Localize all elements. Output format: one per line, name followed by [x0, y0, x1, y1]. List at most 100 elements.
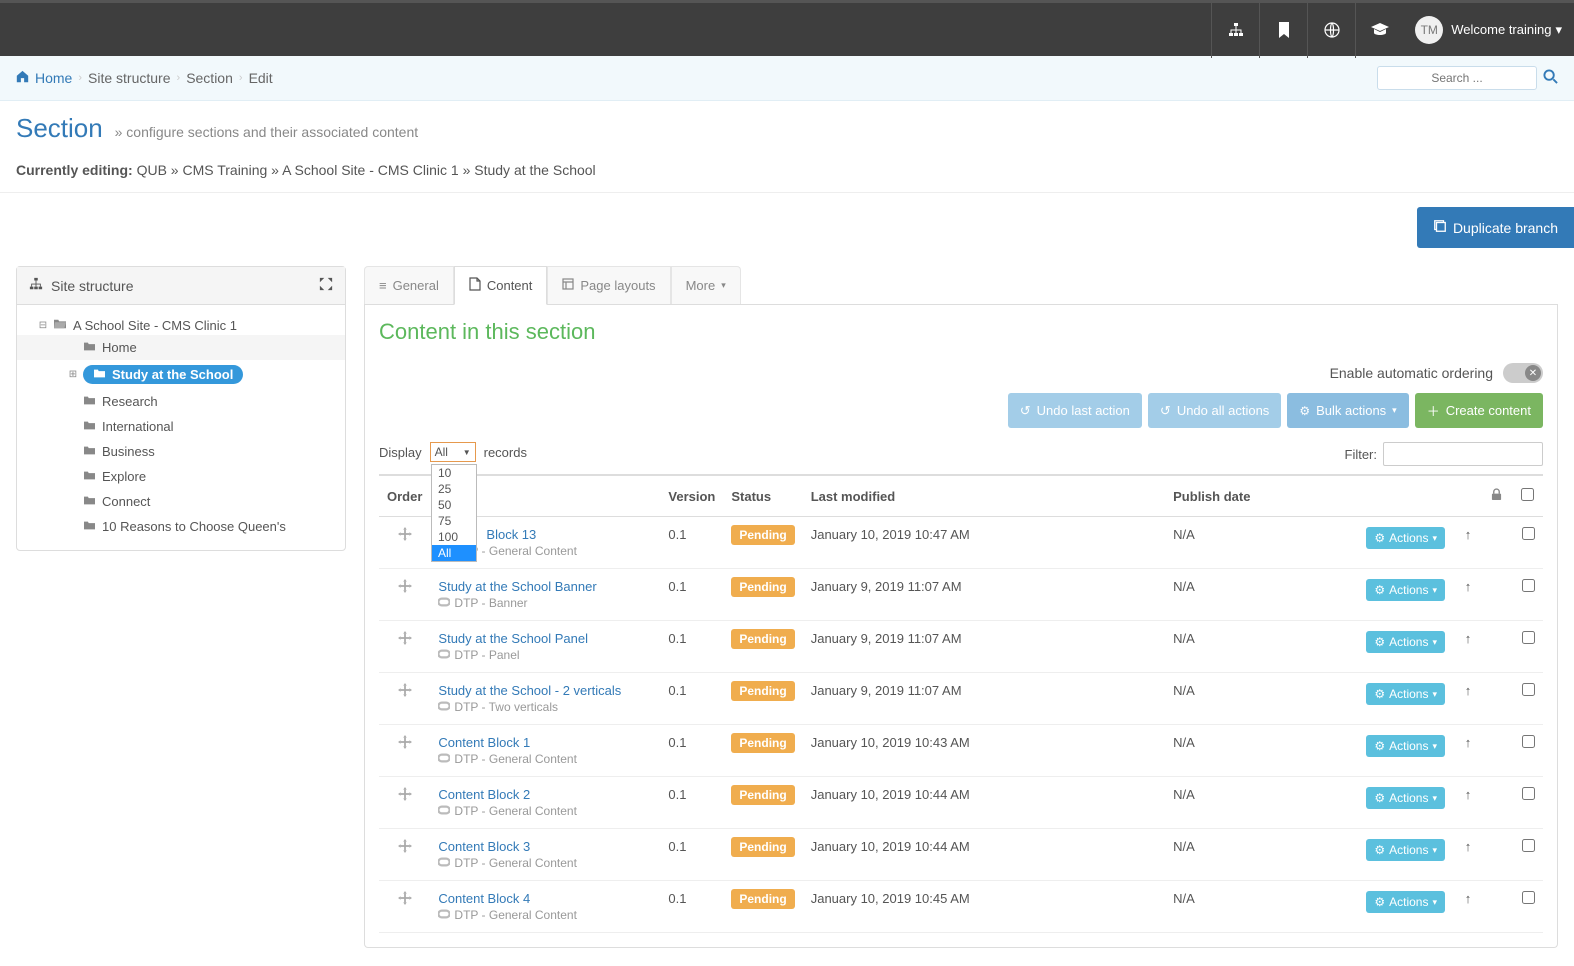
row-actions-button[interactable]: ⚙Actions ▾ — [1366, 839, 1445, 861]
tree-item[interactable]: Explore — [17, 467, 345, 486]
drag-handle[interactable] — [379, 517, 430, 569]
display-option[interactable]: 50 — [432, 497, 476, 513]
create-content-button[interactable]: ＋ Create content — [1415, 393, 1543, 428]
filter-input[interactable] — [1383, 442, 1543, 466]
tab-label: Content — [487, 278, 533, 293]
drag-handle[interactable] — [379, 777, 430, 829]
arrow-up-icon[interactable]: ↑ — [1465, 839, 1472, 854]
tree-item[interactable]: International — [17, 417, 345, 436]
display-option[interactable]: 75 — [432, 513, 476, 529]
status-badge: Pending — [731, 681, 794, 701]
checkbox-cell — [1513, 621, 1543, 673]
content-name-link[interactable]: Study at the School Banner — [438, 579, 596, 594]
breadcrumb-home[interactable]: Home — [35, 70, 72, 86]
content-name-link[interactable]: Study at the School - 2 verticals — [438, 683, 621, 698]
display-option[interactable]: All — [432, 545, 476, 561]
content-name-link[interactable]: Content Block 2 — [438, 787, 530, 802]
move-up-cell: ↑ — [1453, 881, 1483, 933]
drag-handle[interactable] — [379, 725, 430, 777]
display-select[interactable]: All ▼ — [430, 442, 476, 462]
tree-item-active[interactable]: Study at the School — [83, 365, 243, 384]
drag-handle[interactable] — [379, 569, 430, 621]
tree-item[interactable]: ⊞ Study at the School — [17, 363, 345, 386]
drag-handle[interactable] — [379, 673, 430, 725]
drag-handle[interactable] — [379, 881, 430, 933]
content-name-link[interactable]: Content Block 1 — [438, 735, 530, 750]
search-icon[interactable] — [1543, 69, 1558, 87]
tree-item[interactable]: 10 Reasons to Choose Queen's — [17, 517, 345, 536]
row-actions-button[interactable]: ⚙Actions ▾ — [1366, 579, 1445, 601]
display-option[interactable]: 100 — [432, 529, 476, 545]
row-checkbox[interactable] — [1522, 735, 1535, 748]
row-actions-button[interactable]: ⚙Actions ▾ — [1366, 683, 1445, 705]
undo-last-button[interactable]: ↺ Undo last action — [1008, 393, 1142, 428]
breadcrumb-item[interactable]: Site structure — [88, 70, 170, 86]
row-actions-button[interactable]: ⚙Actions ▾ — [1366, 787, 1445, 809]
content-name-link[interactable]: Content Block 4 — [438, 891, 530, 906]
display-dropdown[interactable]: 10255075100All — [431, 464, 477, 562]
arrow-up-icon[interactable]: ↑ — [1465, 735, 1472, 750]
arrow-up-icon[interactable]: ↑ — [1465, 891, 1472, 906]
tree-root[interactable]: ⊟ A School Site - CMS Clinic 1 — [17, 316, 345, 335]
bookmark-icon[interactable] — [1259, 2, 1307, 58]
row-checkbox[interactable] — [1522, 631, 1535, 644]
select-all-checkbox[interactable] — [1521, 488, 1534, 501]
th-publish-date[interactable]: Publish date — [1165, 475, 1358, 517]
display-label: Display — [379, 445, 422, 460]
row-checkbox[interactable] — [1522, 527, 1535, 540]
row-checkbox[interactable] — [1522, 579, 1535, 592]
row-checkbox[interactable] — [1522, 787, 1535, 800]
row-actions-button[interactable]: ⚙Actions ▾ — [1366, 631, 1445, 653]
row-actions-button[interactable]: ⚙Actions ▾ — [1366, 891, 1445, 913]
tab-content[interactable]: Content — [454, 266, 548, 305]
tree-item[interactable]: Connect — [17, 492, 345, 511]
arrow-up-icon[interactable]: ↑ — [1465, 631, 1472, 646]
sitemap-icon[interactable] — [1211, 2, 1259, 58]
home-icon — [16, 70, 29, 86]
th-order[interactable]: Order — [379, 475, 430, 517]
tree-item[interactable]: Research — [17, 392, 345, 411]
arrow-up-icon[interactable]: ↑ — [1465, 683, 1472, 698]
row-actions-button[interactable]: ⚙Actions ▾ — [1366, 527, 1445, 549]
globe-icon[interactable] — [1307, 2, 1355, 58]
th-version[interactable]: Version — [660, 475, 723, 517]
expand-icon[interactable]: ⊞ — [67, 369, 79, 380]
content-name-link[interactable]: Content Block 3 — [438, 839, 530, 854]
duplicate-branch-button[interactable]: Duplicate branch — [1417, 207, 1574, 248]
collapse-icon[interactable]: ⊟ — [37, 320, 49, 331]
breadcrumb-item[interactable]: Section — [186, 70, 233, 86]
graduation-cap-icon[interactable] — [1355, 2, 1403, 58]
arrow-up-icon[interactable]: ↑ — [1465, 579, 1472, 594]
tab-more[interactable]: More ▾ — [671, 266, 741, 304]
move-up-cell: ↑ — [1453, 621, 1483, 673]
content-panel: ≡ General Content Page layouts More ▾ — [364, 266, 1558, 948]
tree-item[interactable]: Business — [17, 442, 345, 461]
drag-handle[interactable] — [379, 829, 430, 881]
display-option[interactable]: 25 — [432, 481, 476, 497]
bulk-actions-button[interactable]: ⚙ Bulk actions ▾ — [1287, 393, 1408, 428]
avatar[interactable]: TM — [1415, 16, 1443, 44]
undo-all-button[interactable]: ↺ Undo all actions — [1148, 393, 1281, 428]
editing-path-value: QUB » CMS Training » A School Site - CMS… — [137, 162, 596, 178]
user-menu[interactable]: Welcome training ▾ — [1451, 22, 1562, 38]
caret-down-icon: ▾ — [1432, 585, 1437, 596]
tree-item[interactable]: Home — [17, 338, 345, 357]
row-actions-button[interactable]: ⚙Actions ▾ — [1366, 735, 1445, 757]
display-option[interactable]: 10 — [432, 465, 476, 481]
arrow-up-icon[interactable]: ↑ — [1465, 787, 1472, 802]
drag-handle[interactable] — [379, 621, 430, 673]
ordering-toggle[interactable] — [1503, 363, 1543, 383]
th-actions — [1358, 475, 1453, 517]
arrow-up-icon[interactable]: ↑ — [1465, 527, 1472, 542]
tab-general[interactable]: ≡ General — [364, 266, 454, 304]
th-status[interactable]: Status — [723, 475, 802, 517]
th-last-modified[interactable]: Last modified — [803, 475, 1165, 517]
tab-page-layouts[interactable]: Page layouts — [547, 266, 670, 304]
row-checkbox[interactable] — [1522, 891, 1535, 904]
search-input[interactable] — [1377, 66, 1537, 90]
content-name-link[interactable]: Study at the School Panel — [438, 631, 588, 646]
row-checkbox[interactable] — [1522, 839, 1535, 852]
expand-icon[interactable] — [319, 277, 333, 294]
row-checkbox[interactable] — [1522, 683, 1535, 696]
content-name-link[interactable]: Block 13 — [486, 527, 536, 542]
